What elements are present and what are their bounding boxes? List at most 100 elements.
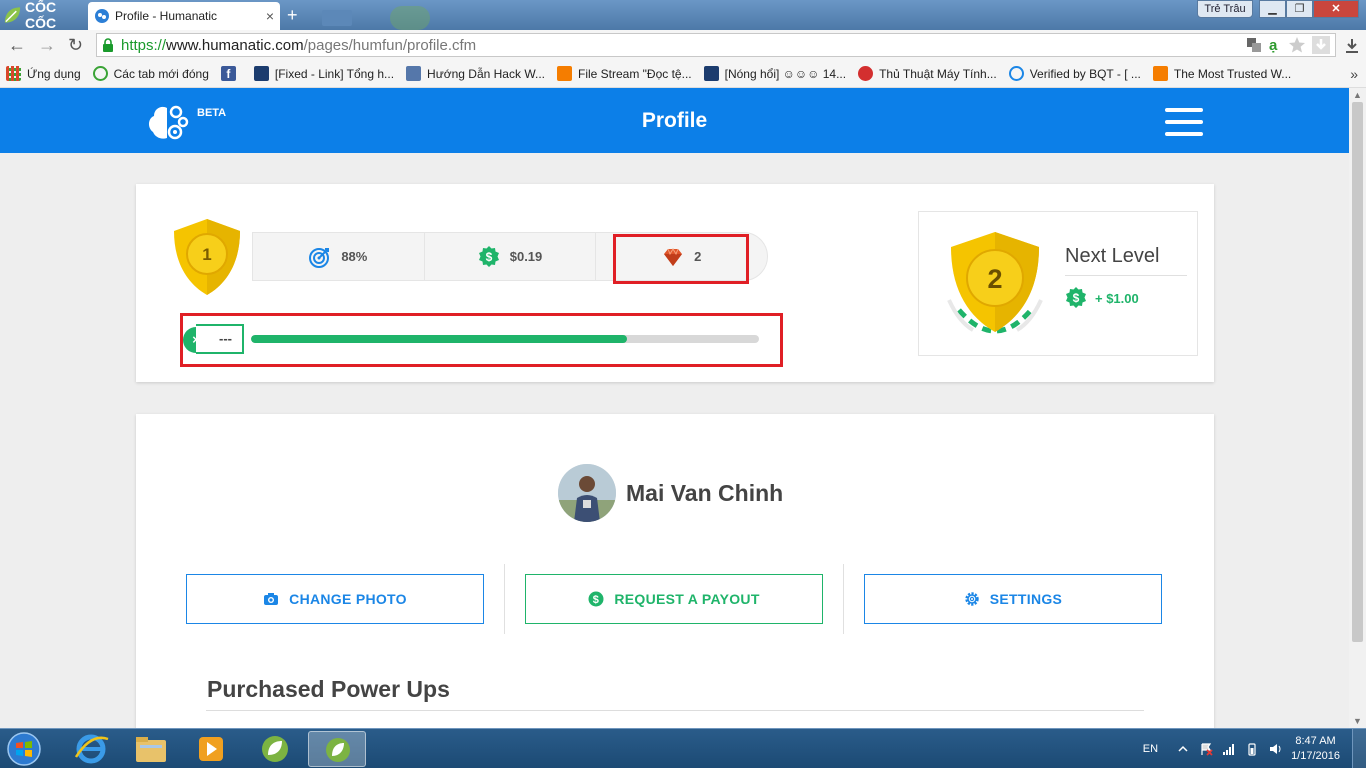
url-scheme: https:// — [121, 36, 167, 54]
action-center-flag-icon[interactable] — [1199, 742, 1213, 756]
downloads-tray-icon[interactable] — [1343, 37, 1361, 55]
coccoc-icon[interactable] — [246, 731, 304, 767]
window-controls: ▁ ❐ ✕ — [1259, 0, 1359, 18]
history-icon — [92, 66, 108, 81]
scroll-down-arrow-icon[interactable]: ▼ — [1353, 716, 1362, 726]
lock-icon — [103, 38, 113, 52]
bookmark-recent-tabs[interactable]: Các tab mới đóng — [92, 66, 209, 81]
tray-overflow-icon[interactable] — [1176, 742, 1190, 756]
change-photo-label: CHANGE PHOTO — [289, 591, 407, 607]
internet-explorer-icon[interactable] — [62, 731, 120, 767]
dollar-circle-icon — [1008, 66, 1024, 81]
vforum-icon — [703, 66, 719, 81]
dollar-circle-icon: $ — [588, 591, 604, 607]
vietnamese-input-icon[interactable]: ạ — [1268, 36, 1282, 54]
battery-icon[interactable] — [1245, 742, 1259, 756]
dollar-coin-icon: $ — [1066, 287, 1086, 308]
avatar-photo — [558, 464, 616, 522]
current-level-number: 1 — [202, 245, 211, 264]
page-scrollbar[interactable]: ▲ ▼ — [1349, 88, 1366, 728]
bookmark-verified[interactable]: Verified by BQT - [ ... — [1008, 66, 1141, 81]
coccoc-logo[interactable]: CỐC CỐC — [2, 0, 88, 31]
bookmarks-bar: Ứng dụng Các tab mới đóng f [Fixed - Lin… — [0, 60, 1366, 88]
forward-button[interactable]: → — [38, 34, 56, 56]
bookmarks-overflow-button[interactable]: » — [1350, 66, 1358, 82]
minimize-button[interactable]: ▁ — [1259, 0, 1286, 18]
bookmark-facebook[interactable]: f — [220, 66, 242, 81]
network-signal-icon[interactable] — [1222, 742, 1236, 756]
bookmark-apps[interactable]: Ứng dụng — [6, 66, 81, 81]
bookmark-huong-dan[interactable]: Hướng Dẫn Hack W... — [406, 66, 545, 81]
level-card: 1 88% $ $0.19 2 × --- — [136, 184, 1214, 382]
settings-label: SETTINGS — [989, 591, 1063, 607]
next-level-shield-icon: 2 — [947, 232, 1043, 334]
blogger-icon — [1152, 66, 1168, 81]
change-photo-button[interactable]: CHANGE PHOTO — [186, 574, 484, 624]
avatar[interactable] — [558, 464, 616, 522]
bookmark-most-trusted[interactable]: The Most Trusted W... — [1152, 66, 1291, 81]
windows-start-icon[interactable] — [4, 731, 44, 767]
menu-hamburger-icon[interactable] — [1165, 108, 1203, 136]
next-level-card: 2 Next Level $ + $1.00 — [918, 211, 1198, 356]
earnings-value: $0.19 — [509, 249, 543, 264]
vforum-icon — [253, 66, 269, 81]
browser-brand: CỐC CỐC — [24, 0, 57, 31]
coccoc-window-icon[interactable] — [308, 731, 366, 767]
media-player-icon[interactable] — [182, 731, 240, 767]
page-icon — [406, 66, 422, 81]
purchased-power-ups-heading: Purchased Power Ups — [207, 676, 450, 702]
dollar-coin-icon: $ — [478, 245, 499, 267]
address-bar[interactable]: https:// www.humanatic.com /pages/humfun… — [96, 33, 1336, 57]
profile-card: Mai Van Chinh CHANGE PHOTO $ REQUEST A P… — [136, 414, 1214, 728]
apps-grid-icon — [6, 66, 21, 81]
svg-text:$: $ — [593, 594, 599, 606]
camera-icon — [264, 593, 279, 605]
next-level-number: 2 — [987, 264, 1002, 294]
show-desktop-button[interactable] — [1352, 729, 1366, 768]
profile-username: Mai Van Chinh — [626, 480, 784, 506]
back-button[interactable]: ← — [8, 34, 26, 56]
tab-profile[interactable]: Profile - Humanatic × — [88, 2, 280, 30]
settings-button[interactable]: SETTINGS — [864, 574, 1162, 624]
scroll-up-arrow-icon[interactable]: ▲ — [1353, 90, 1362, 100]
next-level-reward-value: + $1.00 — [1095, 290, 1139, 306]
blogger-icon — [556, 66, 572, 81]
red-ball-icon — [858, 66, 874, 81]
tab-title: Profile - Humanatic — [115, 9, 218, 23]
tab-close-icon[interactable]: × — [266, 8, 274, 24]
bookmark-nong-hoi[interactable]: [Nóng hổi] ☺☺☺ 14... — [703, 66, 846, 81]
maximize-button[interactable]: ❐ — [1286, 0, 1313, 18]
volume-icon[interactable] — [1268, 742, 1282, 756]
page-viewport: BETA Profile 1 88% $ $0.19 2 --- 2 Next … — [0, 88, 1349, 728]
profile-user-button[interactable]: Trẻ Trâu — [1197, 0, 1253, 18]
page-title: Profile — [641, 109, 708, 132]
reload-button[interactable]: ↻ — [68, 34, 83, 56]
next-level-reward: $ + $1.00 — [1065, 287, 1139, 309]
bookmark-fixed-link[interactable]: [Fixed - Link] Tổng h... — [253, 66, 394, 81]
new-tab-button[interactable]: + — [287, 6, 298, 24]
next-level-divider — [1065, 275, 1187, 276]
facebook-icon: f — [220, 66, 236, 81]
bookmark-thu-thuat[interactable]: Thủ Thuật Máy Tính... — [858, 66, 997, 81]
translate-icon[interactable] — [1246, 37, 1262, 53]
system-tray: EN 8:47 AM 1/17/2016 — [1143, 729, 1366, 768]
system-clock[interactable]: 8:47 AM 1/17/2016 — [1291, 734, 1340, 764]
url-path: /pages/humfun/profile.cfm — [303, 36, 477, 54]
scrollbar-thumb[interactable] — [1352, 102, 1363, 642]
bookmark-star-icon[interactable] — [1288, 36, 1306, 54]
highlight-box-progress — [180, 313, 783, 367]
download-icon[interactable] — [1312, 36, 1330, 54]
clock-time: 8:47 AM — [1295, 735, 1336, 747]
explorer-folder-icon[interactable] — [122, 731, 180, 767]
section-divider — [206, 710, 1144, 711]
close-window-button[interactable]: ✕ — [1313, 0, 1359, 18]
earnings-stat: $ $0.19 — [425, 233, 597, 280]
background-decoration — [390, 6, 430, 30]
request-payout-button[interactable]: $ REQUEST A PAYOUT — [525, 574, 823, 624]
coccoc-leaf-icon — [4, 7, 21, 23]
browser-titlebar: CỐC CỐC Profile - Humanatic × + Trẻ Trâu… — [0, 0, 1366, 31]
clock-date: 1/17/2016 — [1291, 750, 1340, 762]
bookmark-file-stream[interactable]: File Stream "Đọc tệ... — [556, 66, 692, 81]
language-indicator[interactable]: EN — [1143, 743, 1158, 755]
level-shield-icon: 1 — [174, 219, 240, 295]
